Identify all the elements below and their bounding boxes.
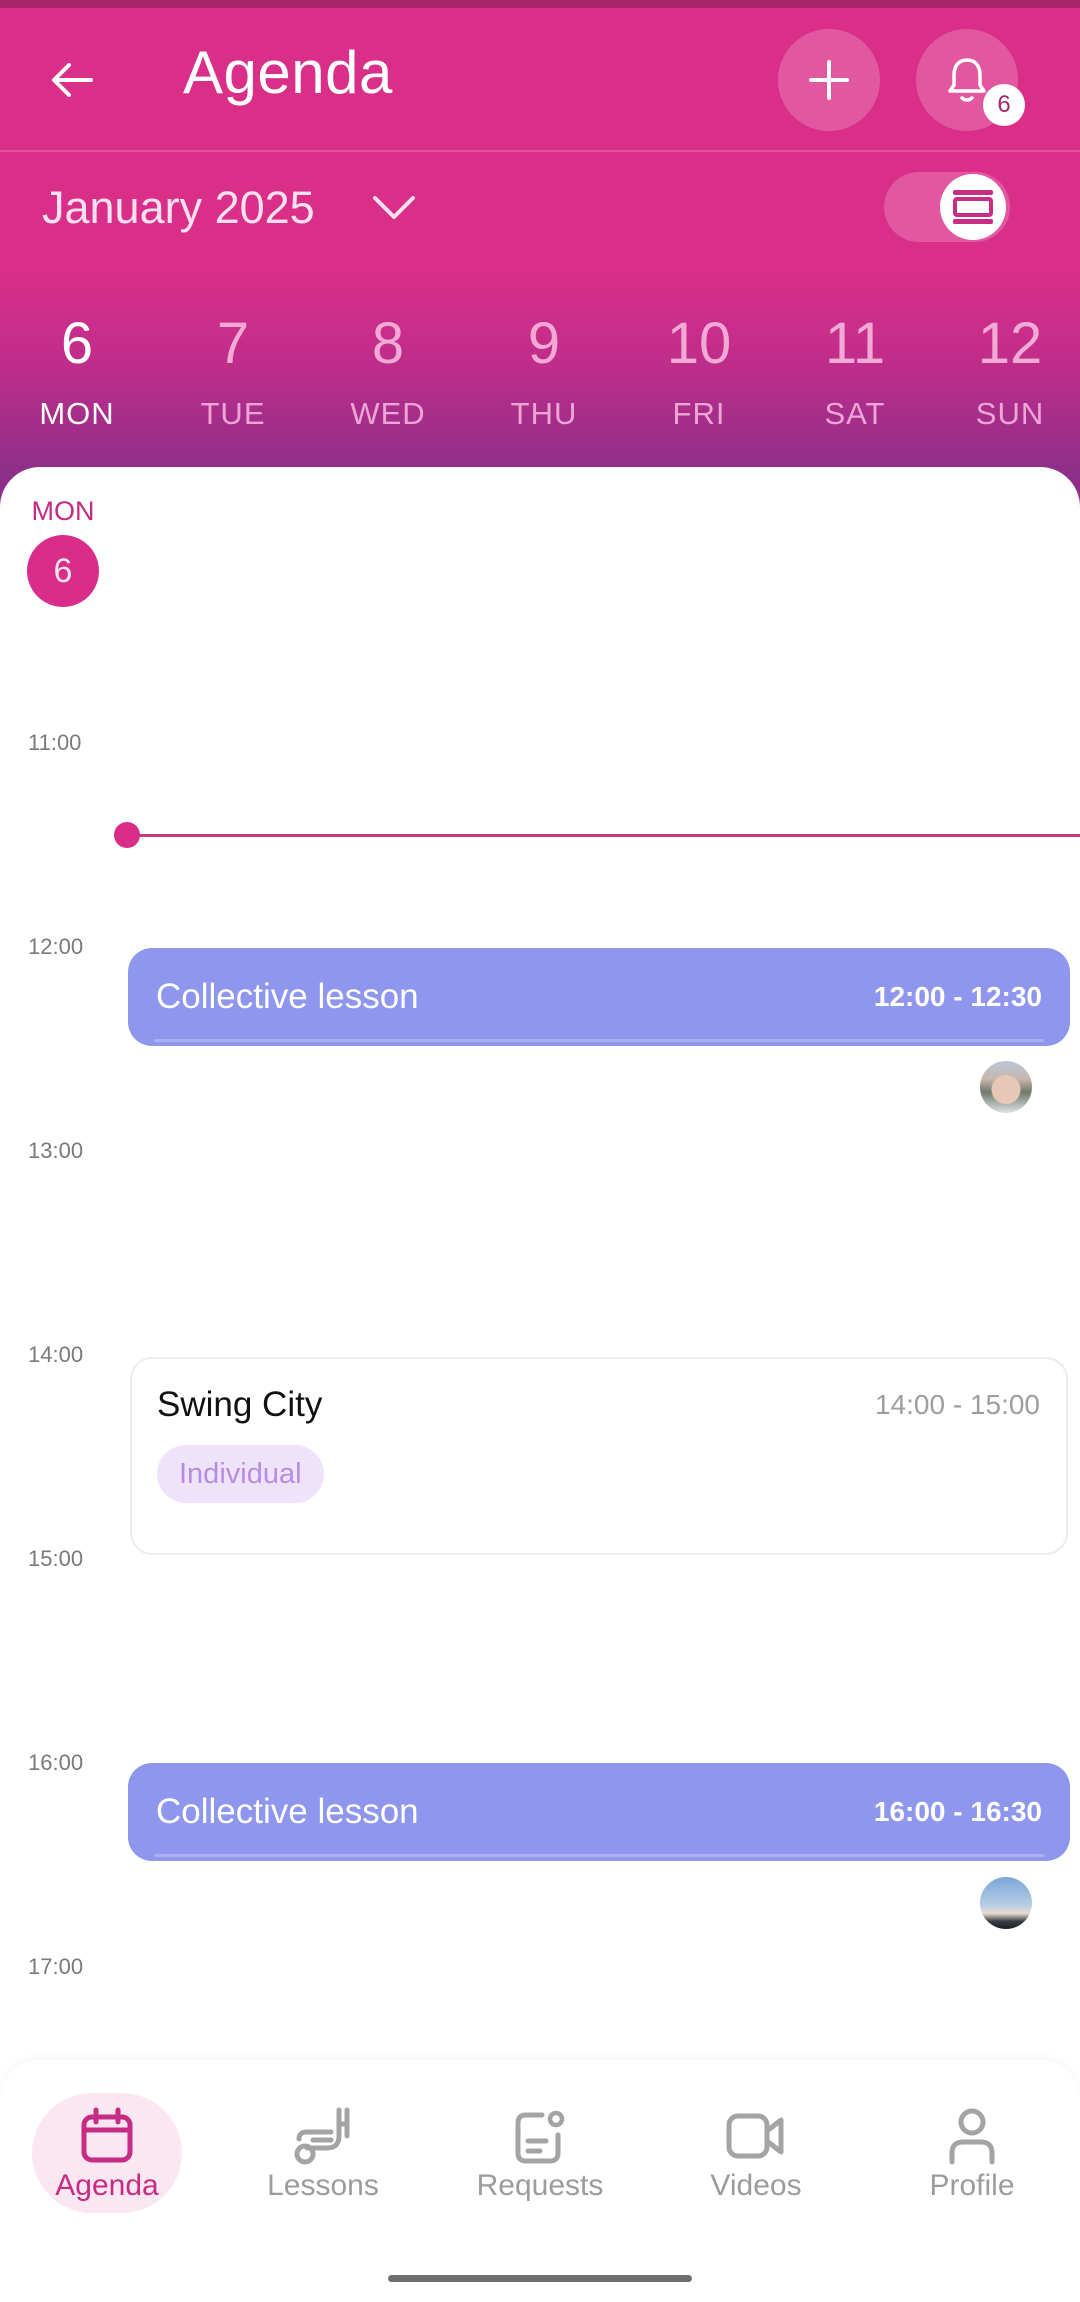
nav-item-requests[interactable]: Requests: [465, 2093, 615, 2213]
day-tue[interactable]: 7 TUE: [158, 300, 308, 450]
day-weekday: WED: [350, 396, 426, 431]
calendar-icon: [79, 2107, 135, 2165]
arrow-left-icon: [52, 63, 93, 97]
day-thu[interactable]: 9 THU: [469, 300, 619, 450]
nav-item-lessons[interactable]: Lessons: [248, 2093, 398, 2213]
event-title: Swing City: [157, 1385, 323, 1424]
nav-label: Videos: [710, 2169, 802, 2202]
day-weekday: SAT: [824, 396, 886, 431]
day-number: 11: [824, 311, 886, 376]
event-time: 16:00 - 16:30: [873, 1796, 1042, 1827]
status-bar: [0, 0, 1080, 8]
request-card-icon: [512, 2107, 568, 2165]
day-wed[interactable]: 8 WED: [313, 300, 463, 450]
day-sat[interactable]: 11 SAT: [780, 300, 930, 450]
home-indicator[interactable]: [388, 2275, 692, 2282]
day-weekday: FRI: [672, 396, 726, 431]
day-weekday: MON: [39, 396, 115, 431]
event-collective-lesson[interactable]: Collective lesson 12:00 - 12:30: [128, 948, 1070, 1046]
hour-label: 13:00: [28, 1138, 84, 1163]
event-time: 14:00 - 15:00: [874, 1389, 1040, 1420]
current-time-line: [127, 834, 1080, 837]
week-day-strip: 6 MON 7 TUE 8 WED 9 THU 10 FRI 11 SAT 12…: [0, 300, 1080, 450]
participant-avatar[interactable]: [980, 1061, 1032, 1113]
day-number: 12: [977, 311, 1043, 376]
nav-item-profile[interactable]: Profile: [897, 2093, 1047, 2213]
add-button[interactable]: [778, 29, 880, 131]
golf-bag-icon: [291, 2107, 355, 2165]
day-sun[interactable]: 12 SUN: [935, 300, 1080, 450]
hour-label: 17:00: [28, 1954, 84, 1979]
back-button[interactable]: [40, 50, 104, 110]
event-individual-lesson[interactable]: Swing City 14:00 - 15:00 Individual: [130, 1357, 1068, 1555]
video-camera-icon: [725, 2107, 787, 2165]
lesson-type-badge: Individual: [157, 1445, 324, 1503]
nav-item-videos[interactable]: Videos: [681, 2093, 831, 2213]
event-title: Collective lesson: [156, 1792, 419, 1831]
event-title: Collective lesson: [156, 977, 419, 1016]
day-mon[interactable]: 6 MON: [2, 300, 152, 450]
header-divider: [0, 150, 1080, 152]
plus-icon: [809, 60, 849, 100]
nav-label: Lessons: [267, 2169, 379, 2202]
day-number: 10: [666, 311, 732, 376]
person-icon: [947, 2107, 997, 2165]
month-label: January 2025: [42, 182, 315, 233]
selected-day-number: 6: [27, 535, 99, 607]
toggle-knob[interactable]: [940, 174, 1006, 240]
day-number: 6: [60, 311, 94, 376]
hour-label: 15:00: [28, 1546, 84, 1571]
nav-item-agenda[interactable]: Agenda: [32, 2093, 182, 2213]
page-title: Agenda: [183, 39, 393, 106]
hour-label: 12:00: [28, 934, 84, 959]
event-collective-lesson[interactable]: Collective lesson 16:00 - 16:30: [128, 1763, 1070, 1861]
notification-count-badge: 6: [983, 84, 1025, 126]
day-number: 9: [527, 311, 561, 376]
day-weekday: SUN: [975, 396, 1045, 431]
nav-label: Agenda: [55, 2169, 159, 2202]
hour-label: 16:00: [28, 1750, 84, 1775]
day-number: 7: [216, 311, 250, 376]
day-weekday: TUE: [200, 396, 266, 431]
current-time-dot: [114, 822, 140, 848]
month-selector[interactable]: January 2025: [42, 175, 417, 241]
chevron-down-icon: [371, 194, 417, 222]
calendar-view-icon: [953, 190, 993, 224]
nav-label: Profile: [929, 2169, 1015, 2202]
event-time: 12:00 - 12:30: [873, 981, 1042, 1012]
day-weekday: THU: [510, 396, 578, 431]
participant-avatar[interactable]: [980, 1877, 1032, 1929]
day-fri[interactable]: 10 FRI: [624, 300, 774, 450]
hour-label: 14:00: [28, 1342, 84, 1367]
hour-label: 11:00: [28, 730, 82, 755]
nav-label: Requests: [476, 2169, 604, 2202]
selected-day-weekday: MON: [31, 496, 95, 526]
day-number: 8: [371, 311, 405, 376]
